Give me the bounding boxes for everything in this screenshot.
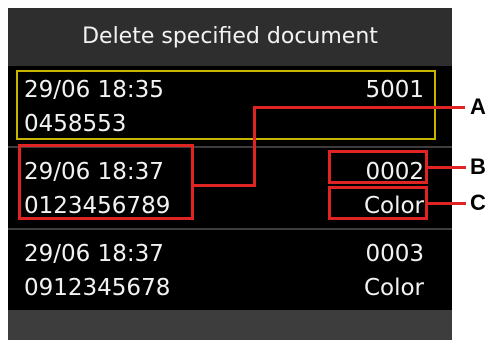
document-list-item[interactable]: 29/06 18:37 0912345678 0003 Color	[8, 230, 452, 310]
callout-leader-b	[428, 166, 466, 169]
document-color-mode: Color	[363, 275, 424, 301]
callout-box-b	[328, 150, 428, 184]
document-fax-number: 0912345678	[24, 275, 171, 301]
document-date-time: 29/06 18:37	[24, 241, 164, 267]
callout-box-a	[18, 144, 194, 220]
screen-footer	[8, 310, 452, 340]
document-transaction-id: 0003	[365, 241, 424, 267]
callout-leader-c	[428, 202, 466, 205]
callout-label-a: A	[470, 94, 486, 119]
screen-title: Delete specified document	[8, 8, 452, 66]
document-fax-number: 0458553	[24, 111, 127, 137]
document-date-time: 29/06 18:35	[24, 77, 164, 103]
callout-box-c	[328, 186, 428, 220]
callout-label-c: C	[470, 190, 486, 215]
callout-leader-a	[194, 184, 256, 187]
callout-leader-a	[253, 106, 465, 109]
callout-leader-a	[253, 106, 256, 187]
callout-label-b: B	[470, 154, 486, 179]
document-transaction-id: 5001	[365, 77, 424, 103]
